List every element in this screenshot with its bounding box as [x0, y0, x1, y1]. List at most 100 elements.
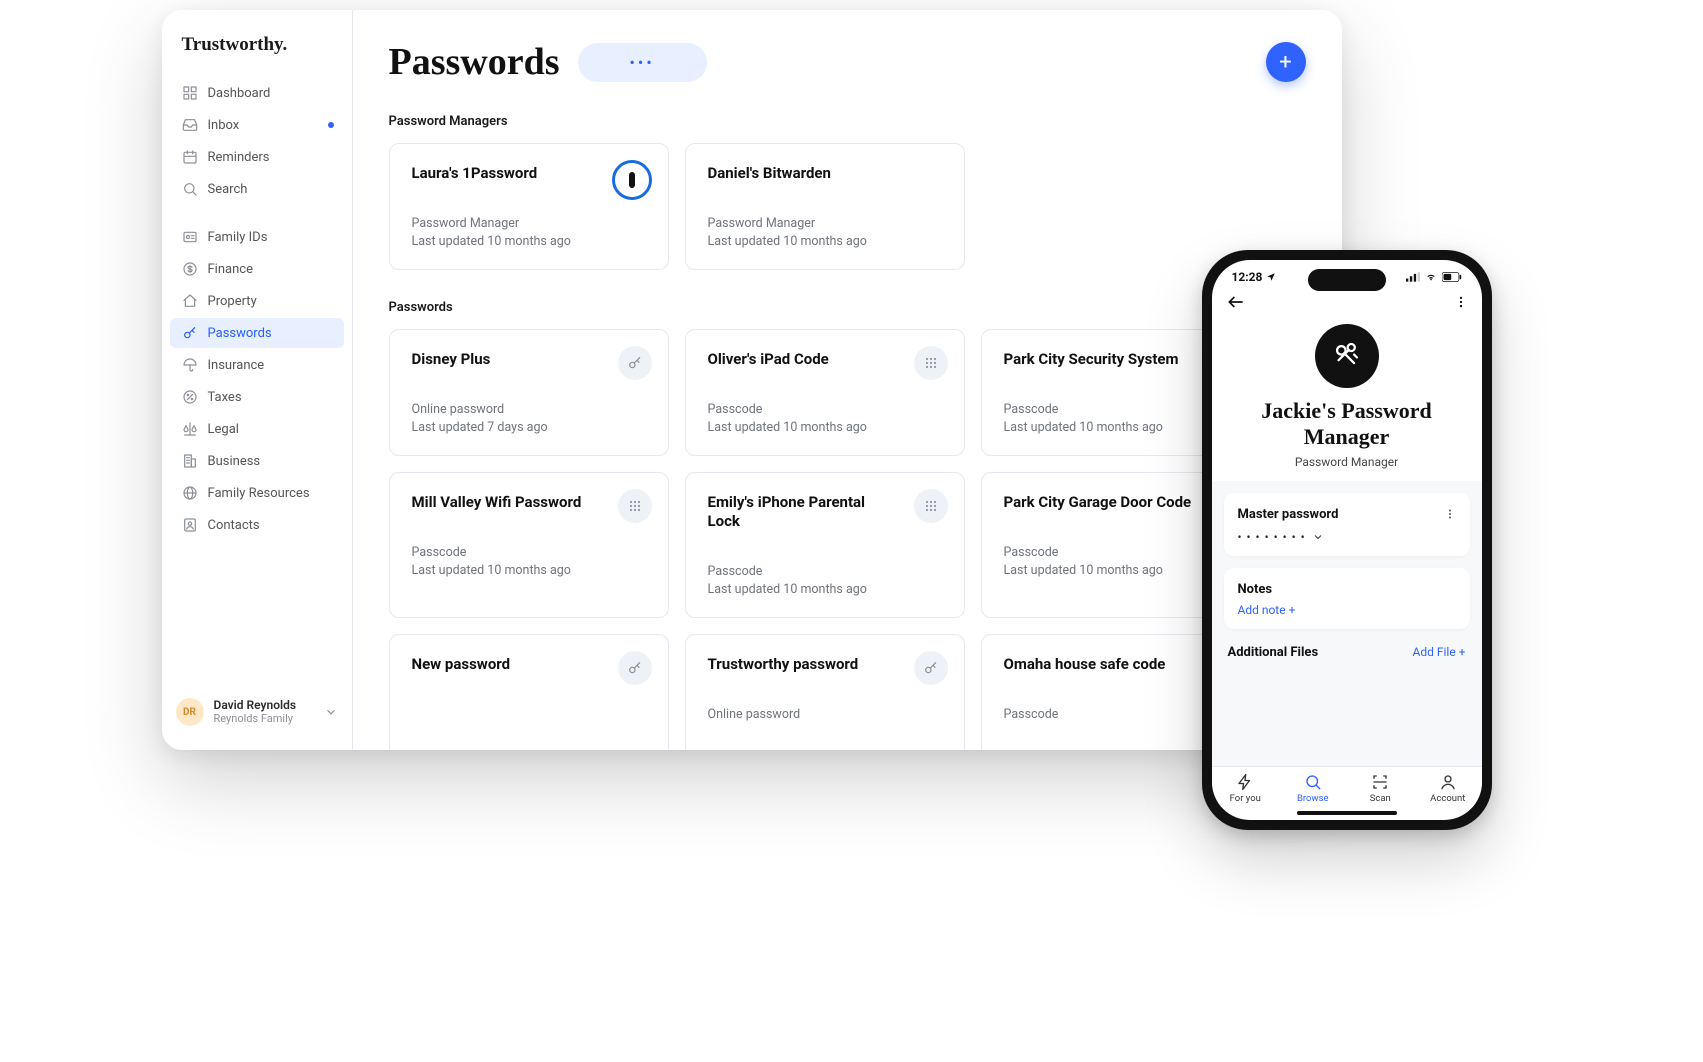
card-title: Mill Valley Wifi Password: [412, 493, 602, 512]
phone-tab-label: Account: [1430, 793, 1465, 804]
card-title: Park City Security System: [1004, 350, 1194, 369]
kebab-menu-icon[interactable]: [1454, 293, 1468, 311]
sidebar-item-label: Search: [208, 182, 248, 197]
password-card[interactable]: Disney Plus Online password Last updated…: [389, 329, 669, 456]
brand-logo: Trustworthy.: [182, 34, 332, 56]
card-title: Daniel's Bitwarden: [708, 164, 898, 183]
back-button[interactable]: [1226, 292, 1246, 312]
card-title: Emily's iPhone Parental Lock: [708, 493, 898, 531]
master-password-card[interactable]: Master password • • • • • • • •: [1224, 493, 1470, 556]
password-card[interactable]: Laura's 1Password Password Manager Last …: [389, 143, 669, 270]
user-name: David Reynolds: [214, 699, 297, 713]
sidebar-item-family-resources[interactable]: Family Resources: [170, 478, 344, 508]
phone-tab-scan[interactable]: Scan: [1347, 767, 1415, 808]
password-card[interactable]: New password: [389, 634, 669, 750]
add-button[interactable]: +: [1266, 42, 1306, 82]
page-menu-pill[interactable]: •••: [578, 43, 707, 82]
sidebar-item-label: Legal: [208, 422, 239, 437]
card-type: Online password: [708, 706, 942, 724]
phone-tab-account[interactable]: Account: [1414, 767, 1482, 808]
grid-icon: [182, 85, 198, 101]
sidebar-item-taxes[interactable]: Taxes: [170, 382, 344, 412]
sidebar-item-contacts[interactable]: Contacts: [170, 510, 344, 540]
battery-icon: [1442, 272, 1462, 282]
phone-item-title: Jackie's Password Manager: [1232, 398, 1462, 451]
password-card[interactable]: Emily's iPhone Parental Lock Passcode La…: [685, 472, 965, 618]
card-title: Oliver's iPad Code: [708, 350, 898, 369]
dollar-icon: [182, 261, 198, 277]
percent-icon: [182, 389, 198, 405]
phone-tab-label: Browse: [1297, 793, 1329, 804]
card-updated: Last updated 10 months ago: [708, 581, 942, 599]
section-label: Password Managers: [389, 114, 1306, 129]
sidebar-item-passwords[interactable]: Passwords: [170, 318, 344, 348]
card-updated: Last updated 10 months ago: [708, 419, 942, 437]
password-card[interactable]: Daniel's Bitwarden Password Manager Last…: [685, 143, 965, 270]
page-title: Passwords: [389, 40, 560, 84]
card-type: Password Manager: [708, 215, 942, 233]
key-icon: [618, 346, 652, 380]
add-note-link[interactable]: Add note +: [1238, 603, 1456, 617]
building-icon: [182, 453, 198, 469]
sidebar-item-inbox[interactable]: Inbox: [170, 110, 344, 140]
password-card[interactable]: Mill Valley Wifi Password Passcode Last …: [389, 472, 669, 618]
card-updated: Last updated 10 months ago: [412, 233, 646, 251]
card-title: Trustworthy password: [708, 655, 898, 674]
location-arrow-icon: [1266, 272, 1276, 282]
app-window: Trustworthy. Dashboard Inbox Reminders S…: [162, 10, 1342, 750]
card-type: Passcode: [708, 563, 942, 581]
main-content: Passwords ••• + Password Managers Laura'…: [353, 10, 1342, 750]
chevron-down-icon[interactable]: [1312, 531, 1324, 543]
chevron-down-icon: [324, 705, 338, 719]
card-title: Laura's 1Password: [412, 164, 602, 183]
notes-card[interactable]: Notes Add note +: [1224, 568, 1470, 629]
password-card[interactable]: Oliver's iPad Code Passcode Last updated…: [685, 329, 965, 456]
avatar: DR: [176, 698, 204, 726]
calendar-icon: [182, 149, 198, 165]
sidebar-nav-secondary: Family IDs Finance Property Passwords In…: [162, 222, 352, 540]
sidebar-item-business[interactable]: Business: [170, 446, 344, 476]
password-mask: • • • • • • • •: [1238, 530, 1306, 544]
sidebar-user[interactable]: DR David Reynolds Reynolds Family: [162, 686, 352, 738]
card-type: Password Manager: [412, 215, 646, 233]
sidebar-item-insurance[interactable]: Insurance: [170, 350, 344, 380]
sidebar-item-legal[interactable]: Legal: [170, 414, 344, 444]
sidebar-item-label: Taxes: [208, 390, 242, 405]
card-updated: Last updated 10 months ago: [708, 233, 942, 251]
card-title: Disney Plus: [412, 350, 602, 369]
add-file-link[interactable]: Add File +: [1413, 645, 1466, 659]
sidebar-item-finance[interactable]: Finance: [170, 254, 344, 284]
sidebar-item-label: Inbox: [208, 118, 240, 133]
sidebar-item-reminders[interactable]: Reminders: [170, 142, 344, 172]
search-icon: [1304, 773, 1322, 791]
scale-icon: [182, 421, 198, 437]
keys-icon: [1315, 324, 1379, 388]
sidebar-item-family-ids[interactable]: Family IDs: [170, 222, 344, 252]
section-label: Passwords: [389, 300, 1306, 315]
signal-icon: [1406, 272, 1420, 282]
key-icon: [618, 651, 652, 685]
sidebar-item-search[interactable]: Search: [170, 174, 344, 204]
scan-icon: [1371, 773, 1389, 791]
spark-icon: [1236, 773, 1254, 791]
sidebar-item-dashboard[interactable]: Dashboard: [170, 78, 344, 108]
sidebar-nav-primary: Dashboard Inbox Reminders Search: [162, 78, 352, 204]
kebab-menu-icon[interactable]: [1444, 507, 1456, 521]
password-card[interactable]: Trustworthy password Online password: [685, 634, 965, 750]
card-updated: Last updated 7 days ago: [412, 419, 646, 437]
master-password-label: Master password: [1238, 507, 1339, 522]
id-icon: [182, 229, 198, 245]
grid-dots-icon: [618, 489, 652, 523]
sidebar-item-property[interactable]: Property: [170, 286, 344, 316]
card-title: Park City Garage Door Code: [1004, 493, 1194, 512]
grid-dots-icon: [914, 346, 948, 380]
phone-tab-browse[interactable]: Browse: [1279, 767, 1347, 808]
phone-tab-label: For you: [1230, 793, 1261, 804]
card-type: Passcode: [708, 401, 942, 419]
phone-notch: [1308, 269, 1386, 291]
phone-tab-for-you[interactable]: For you: [1212, 767, 1280, 808]
card-title: Omaha house safe code: [1004, 655, 1194, 674]
home-indicator: [1297, 811, 1397, 815]
sidebar-item-label: Reminders: [208, 150, 270, 165]
phone-tab-label: Scan: [1370, 793, 1391, 804]
